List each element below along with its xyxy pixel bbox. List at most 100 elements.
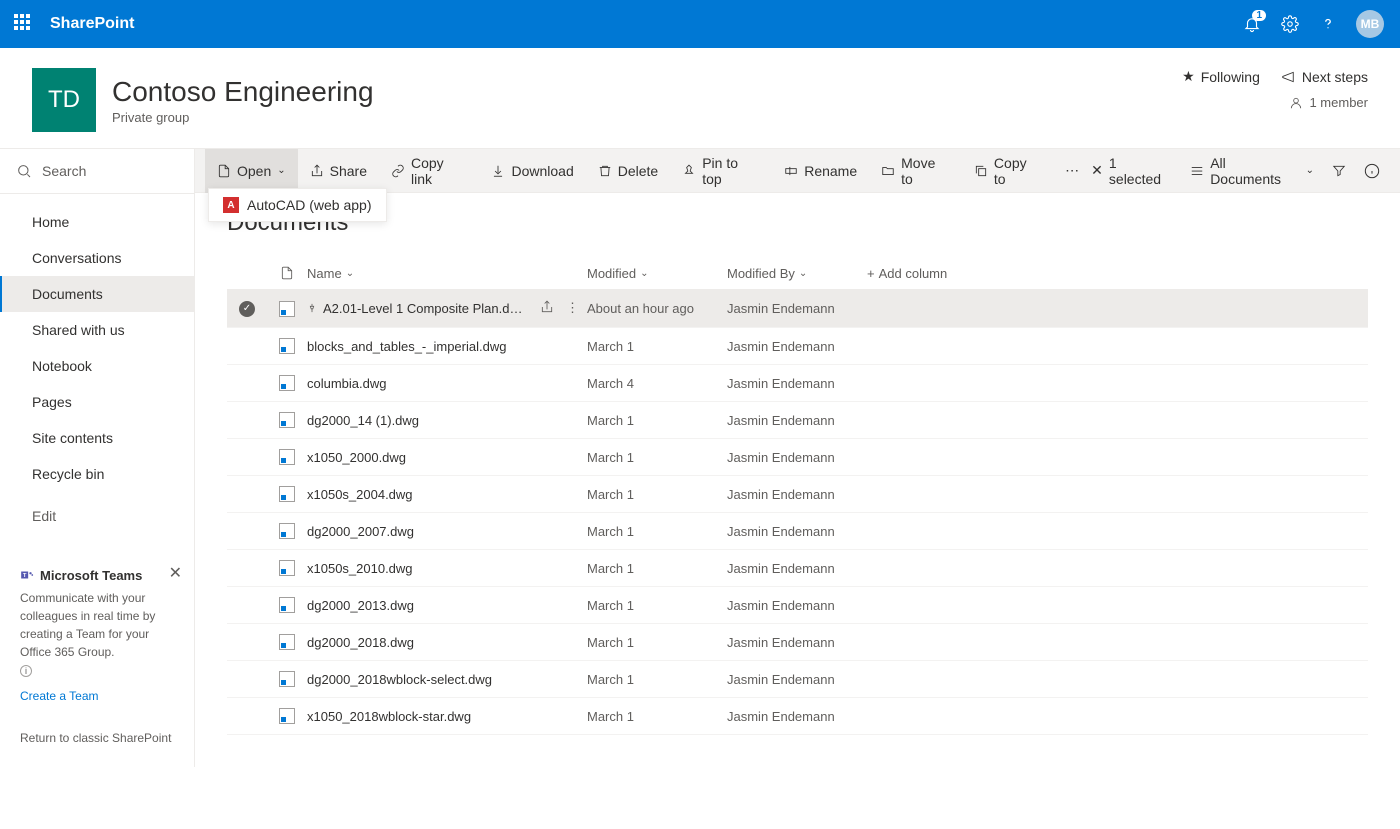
info-icon[interactable]: i xyxy=(20,665,32,677)
nav-item-site-contents[interactable]: Site contents xyxy=(0,420,194,456)
table-row[interactable]: dg2000_2013.dwgMarch 1Jasmin Endemann xyxy=(227,587,1368,624)
nav-item-pages[interactable]: Pages xyxy=(0,384,194,420)
table-row[interactable]: columbia.dwgMarch 4Jasmin Endemann xyxy=(227,365,1368,402)
nav-item-conversations[interactable]: Conversations xyxy=(0,240,194,276)
member-count[interactable]: 1 member xyxy=(1182,95,1368,110)
next-steps-button[interactable]: Next steps xyxy=(1280,68,1368,85)
table-row[interactable]: dg2000_2018wblock-select.dwgMarch 1Jasmi… xyxy=(227,661,1368,698)
modified-by[interactable]: Jasmin Endemann xyxy=(727,413,867,428)
file-type-icon xyxy=(267,671,307,687)
copy-to-label: Copy to xyxy=(994,155,1041,187)
site-subtitle: Private group xyxy=(112,110,374,125)
add-column-button[interactable]: + Add column xyxy=(867,266,987,281)
table-row[interactable]: x1050_2000.dwgMarch 1Jasmin Endemann xyxy=(227,439,1368,476)
file-name[interactable]: x1050_2000.dwg xyxy=(307,450,587,465)
search-box[interactable]: Search xyxy=(0,149,194,194)
file-name[interactable]: dg2000_2007.dwg xyxy=(307,524,587,539)
col-name-header[interactable]: Name ⌄ xyxy=(307,266,587,281)
modified-by[interactable]: Jasmin Endemann xyxy=(727,598,867,613)
notifications-icon[interactable]: 1 xyxy=(1242,14,1262,34)
site-title[interactable]: Contoso Engineering xyxy=(112,76,374,108)
file-name[interactable]: x1050_2018wblock-star.dwg xyxy=(307,709,587,724)
share-button[interactable]: Share xyxy=(298,149,379,193)
megaphone-icon xyxy=(1280,70,1296,84)
nav-item-recycle-bin[interactable]: Recycle bin xyxy=(0,456,194,492)
following-button[interactable]: ★ Following xyxy=(1182,68,1260,85)
chevron-down-icon: ⌄ xyxy=(277,165,285,176)
delete-button[interactable]: Delete xyxy=(586,149,670,193)
nav-item-shared-with-us[interactable]: Shared with us xyxy=(0,312,194,348)
rename-button[interactable]: Rename xyxy=(772,149,869,193)
table-row[interactable]: dg2000_14 (1).dwgMarch 1Jasmin Endemann xyxy=(227,402,1368,439)
file-name[interactable]: x1050s_2010.dwg xyxy=(307,561,587,576)
file-name[interactable]: columbia.dwg xyxy=(307,376,587,391)
table-row[interactable]: x1050s_2010.dwgMarch 1Jasmin Endemann xyxy=(227,550,1368,587)
copy-link-button[interactable]: Copy link xyxy=(379,149,479,193)
info-pane-button[interactable] xyxy=(1364,163,1380,179)
table-row[interactable]: dg2000_2018.dwgMarch 1Jasmin Endemann xyxy=(227,624,1368,661)
table-row[interactable]: ✓ A2.01-Level 1 Composite Plan.d…⋮About a… xyxy=(227,290,1368,328)
file-type-icon xyxy=(267,449,307,465)
file-name[interactable]: dg2000_14 (1).dwg xyxy=(307,413,587,428)
pin-button[interactable]: Pin to top xyxy=(670,149,772,193)
site-header-left: TD Contoso Engineering Private group xyxy=(32,68,374,132)
follow-row: ★ Following Next steps xyxy=(1182,68,1368,85)
modified-by[interactable]: Jasmin Endemann xyxy=(727,450,867,465)
row-actions: ⋮ xyxy=(540,300,587,317)
top-bar: SharePoint 1 MB xyxy=(0,0,1400,48)
product-name[interactable]: SharePoint xyxy=(50,15,134,33)
download-button[interactable]: Download xyxy=(479,149,585,193)
nav-edit[interactable]: Edit xyxy=(0,498,194,534)
file-name[interactable]: dg2000_2013.dwg xyxy=(307,598,587,613)
modified-by[interactable]: Jasmin Endemann xyxy=(727,561,867,576)
user-avatar[interactable]: MB xyxy=(1356,10,1384,38)
app-launcher-icon[interactable] xyxy=(14,14,34,34)
share-icon[interactable] xyxy=(540,300,554,317)
filter-button[interactable] xyxy=(1332,164,1346,178)
file-type-icon xyxy=(267,412,307,428)
modified-by[interactable]: Jasmin Endemann xyxy=(727,301,867,316)
file-name[interactable]: A2.01-Level 1 Composite Plan.d…⋮ xyxy=(307,300,587,317)
documents-title: Documents xyxy=(227,209,1368,237)
help-icon[interactable] xyxy=(1318,14,1338,34)
file-name[interactable]: blocks_and_tables_-_imperial.dwg xyxy=(307,339,587,354)
file-type-icon xyxy=(267,708,307,724)
nav-item-home[interactable]: Home xyxy=(0,204,194,240)
move-to-button[interactable]: Move to xyxy=(869,149,962,193)
table-row[interactable]: blocks_and_tables_-_imperial.dwgMarch 1J… xyxy=(227,328,1368,365)
clear-selection-button[interactable]: ✕ 1 selected xyxy=(1091,155,1172,187)
table-row[interactable]: x1050s_2004.dwgMarch 1Jasmin Endemann xyxy=(227,476,1368,513)
modified-by[interactable]: Jasmin Endemann xyxy=(727,672,867,687)
row-check[interactable]: ✓ xyxy=(227,301,267,317)
open-menu-item[interactable]: AutoCAD (web app) xyxy=(247,197,372,213)
file-name[interactable]: dg2000_2018wblock-select.dwg xyxy=(307,672,587,687)
col-modifiedby-header[interactable]: Modified By ⌄ xyxy=(727,266,867,281)
more-actions-button[interactable]: ⋯ xyxy=(1053,149,1091,193)
copy-to-button[interactable]: Copy to xyxy=(962,149,1053,193)
table-row[interactable]: x1050_2018wblock-star.dwgMarch 1Jasmin E… xyxy=(227,698,1368,735)
modified-by[interactable]: Jasmin Endemann xyxy=(727,709,867,724)
file-name[interactable]: x1050s_2004.dwg xyxy=(307,487,587,502)
open-button[interactable]: Open ⌄ xyxy=(205,149,298,193)
table-row[interactable]: dg2000_2007.dwgMarch 1Jasmin Endemann xyxy=(227,513,1368,550)
modified-by[interactable]: Jasmin Endemann xyxy=(727,487,867,502)
modified-by[interactable]: Jasmin Endemann xyxy=(727,635,867,650)
col-modified-header[interactable]: Modified ⌄ xyxy=(587,266,727,281)
return-classic-link[interactable]: Return to classic SharePoint xyxy=(20,729,174,747)
create-team-link[interactable]: Create a Team xyxy=(20,687,174,705)
modified-by[interactable]: Jasmin Endemann xyxy=(727,376,867,391)
col-type-icon[interactable] xyxy=(267,265,307,281)
file-name[interactable]: dg2000_2018.dwg xyxy=(307,635,587,650)
view-selector[interactable]: All Documents ⌄ xyxy=(1190,155,1314,187)
dwg-file-icon xyxy=(279,634,295,650)
folder-move-icon xyxy=(881,164,895,178)
more-icon[interactable]: ⋮ xyxy=(566,300,579,317)
next-steps-label: Next steps xyxy=(1302,69,1368,85)
modified-date: About an hour ago xyxy=(587,301,727,316)
settings-icon[interactable] xyxy=(1280,14,1300,34)
nav-item-documents[interactable]: Documents xyxy=(0,276,194,312)
close-icon[interactable]: ✕ xyxy=(169,562,182,586)
modified-by[interactable]: Jasmin Endemann xyxy=(727,339,867,354)
nav-item-notebook[interactable]: Notebook xyxy=(0,348,194,384)
modified-by[interactable]: Jasmin Endemann xyxy=(727,524,867,539)
